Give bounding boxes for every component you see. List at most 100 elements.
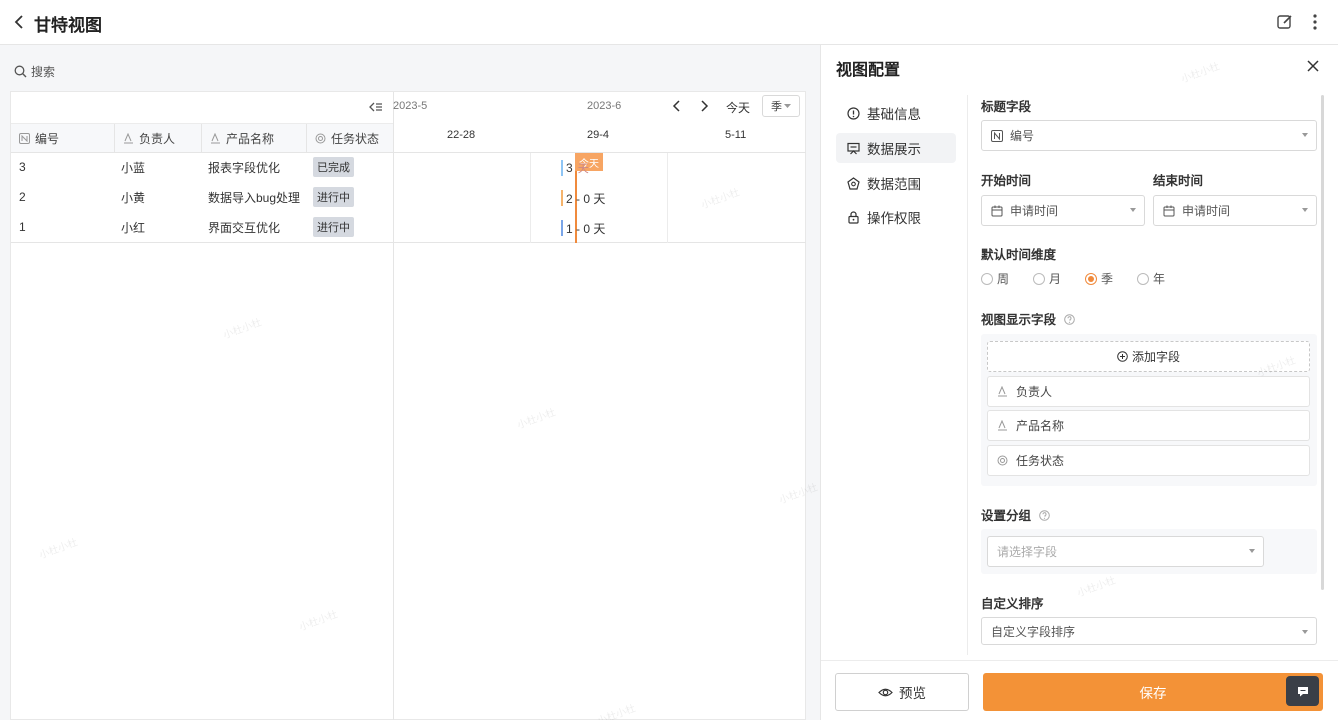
- cell-owner: 小红: [121, 220, 146, 235]
- nav-item-basic-info[interactable]: 基础信息: [836, 98, 956, 128]
- add-field-button[interactable]: 添加字段: [987, 341, 1310, 372]
- plus-circle-icon: [1117, 351, 1128, 362]
- display-field-item[interactable]: 负责人: [987, 376, 1310, 407]
- column-header-status[interactable]: 任务状态: [307, 124, 393, 153]
- nav-item-label: 数据范围: [867, 177, 921, 192]
- next-period-icon[interactable]: [697, 98, 711, 114]
- preview-button[interactable]: 预览: [835, 673, 969, 711]
- grouping-select[interactable]: 请选择字段: [987, 536, 1264, 567]
- nav-item-data-display[interactable]: 数据展示: [836, 133, 956, 163]
- cell-product: 报表字段优化: [208, 160, 281, 175]
- radio-year[interactable]: 年: [1137, 270, 1165, 287]
- week-label: 22-28: [447, 129, 476, 141]
- start-time-select[interactable]: 申请时间: [981, 195, 1145, 226]
- month-label: 2023-5: [393, 100, 428, 112]
- month-label: 2023-6: [587, 100, 622, 112]
- help-icon[interactable]: [1063, 314, 1075, 325]
- page-title: 甘特视图: [34, 16, 102, 35]
- grouping-label-text: 设置分组: [981, 509, 1032, 523]
- cell-owner: 小黄: [121, 190, 146, 205]
- display-field-item[interactable]: 产品名称: [987, 410, 1310, 441]
- calendar-icon: [1163, 205, 1175, 216]
- column-header-id[interactable]: 编号: [11, 124, 115, 153]
- radio-label: 周: [997, 272, 1010, 286]
- radio-week[interactable]: 周: [981, 270, 1009, 287]
- table-row[interactable]: 1 小红 界面交互优化 进行中: [11, 212, 393, 242]
- chevron-down-icon: [1302, 630, 1308, 634]
- nav-item-data-scope[interactable]: 数据范围: [836, 168, 956, 198]
- number-field-icon: [991, 129, 1003, 142]
- search-icon: [14, 65, 27, 77]
- column-label: 任务状态: [331, 132, 380, 146]
- cell-product: 界面交互优化: [208, 220, 281, 235]
- text-field-icon: [998, 420, 1007, 431]
- title-field-label: 标题字段: [981, 100, 1032, 114]
- back-arrow-icon[interactable]: [12, 14, 26, 30]
- nav-item-label: 基础信息: [867, 107, 921, 122]
- week-gridline: [530, 153, 531, 243]
- radio-label: 月: [1049, 272, 1062, 286]
- grouping-label: 设置分组: [981, 505, 1050, 524]
- nav-item-permissions[interactable]: 操作权限: [836, 202, 956, 232]
- table-row[interactable]: 2 小黄 数据导入bug处理 进行中: [11, 182, 393, 212]
- column-header-owner[interactable]: 负责人: [115, 124, 202, 153]
- task-bar-label: 3天: [566, 161, 589, 175]
- radio-dot: [1085, 272, 1097, 285]
- today-button[interactable]: 今天: [726, 99, 750, 116]
- time-scale-value: 季: [771, 101, 782, 113]
- search-box[interactable]: 搜索: [14, 62, 55, 80]
- gantt-chart: 编号 负责人 产品名称 任务状态 3 小蓝 报表字段优化 已完成 2 小黄 数据…: [10, 91, 806, 720]
- chat-support-button[interactable]: [1286, 676, 1319, 706]
- display-fields-list: 添加字段 负责人 产品名称 任务状态: [981, 334, 1317, 486]
- task-bar-3[interactable]: [561, 160, 563, 176]
- panel-scrollbar[interactable]: [1321, 95, 1324, 590]
- column-label: 负责人: [139, 132, 176, 146]
- radio-label: 年: [1153, 272, 1166, 286]
- close-icon[interactable]: [1306, 59, 1320, 73]
- column-header-product[interactable]: 产品名称: [202, 124, 307, 153]
- chevron-down-icon: [1302, 133, 1308, 137]
- task-bar-2[interactable]: [561, 190, 563, 206]
- cell-status: 进行中: [305, 182, 354, 212]
- collapse-table-icon[interactable]: [369, 100, 383, 114]
- panel-title: 视图配置: [836, 62, 901, 79]
- display-field-label: 任务状态: [1016, 454, 1065, 468]
- display-field-item[interactable]: 任务状态: [987, 445, 1310, 476]
- display-fields-label: 视图显示字段: [981, 309, 1075, 328]
- chevron-down-icon: [784, 103, 791, 108]
- status-badge: 进行中: [313, 217, 354, 237]
- sorting-select[interactable]: 自定义字段排序: [981, 617, 1317, 645]
- save-button[interactable]: 保存: [983, 673, 1323, 711]
- column-label: 产品名称: [226, 132, 275, 146]
- more-vertical-icon[interactable]: [1310, 13, 1320, 31]
- chat-icon: [1297, 686, 1308, 696]
- status-badge: 进行中: [313, 187, 354, 207]
- week-label: 29-4: [587, 129, 610, 141]
- text-field-icon: [211, 133, 220, 144]
- select-placeholder: 请选择字段: [997, 545, 1058, 559]
- chevron-down-icon: [1302, 208, 1308, 212]
- cell-id: 2: [19, 190, 26, 204]
- edit-icon[interactable]: [1276, 13, 1294, 31]
- lock-icon: [848, 210, 859, 224]
- help-icon[interactable]: [1038, 510, 1050, 521]
- table-timeline-divider[interactable]: [393, 92, 394, 720]
- title-field-select[interactable]: 编号: [981, 120, 1317, 151]
- calendar-icon: [991, 205, 1003, 216]
- select-value: 自定义字段排序: [991, 624, 1076, 639]
- table-row[interactable]: 3 小蓝 报表字段优化 已完成: [11, 152, 393, 182]
- cell-id: 3: [19, 160, 26, 174]
- cell-product: 数据导入bug处理: [208, 190, 301, 205]
- end-time-select[interactable]: 申请时间: [1153, 195, 1317, 226]
- task-bar-1[interactable]: [561, 220, 563, 236]
- display-fields-label-text: 视图显示字段: [981, 313, 1057, 327]
- time-scale-select[interactable]: 季: [762, 95, 800, 117]
- number-field-icon: [19, 133, 30, 144]
- cell-status: 进行中: [305, 212, 354, 242]
- radio-label: 季: [1101, 272, 1114, 286]
- top-bar: 甘特视图: [0, 0, 1338, 45]
- radio-month[interactable]: 月: [1033, 270, 1061, 287]
- radio-quarter[interactable]: 季: [1085, 270, 1113, 287]
- prev-period-icon[interactable]: [670, 98, 684, 114]
- status-badge: 已完成: [313, 157, 354, 177]
